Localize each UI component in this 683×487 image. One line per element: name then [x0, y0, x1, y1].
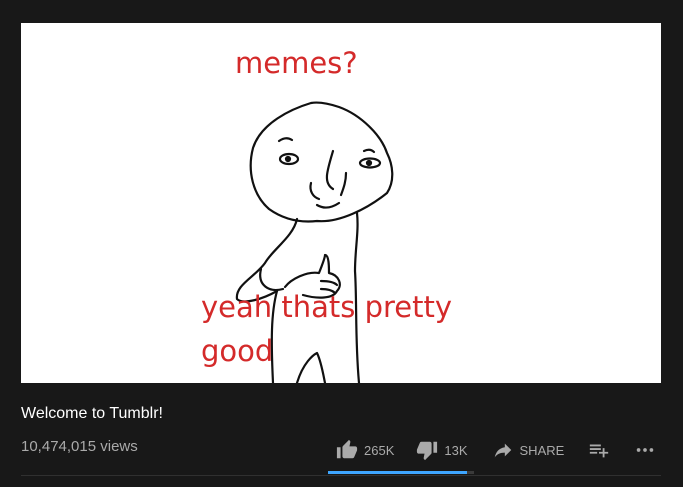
- thumb-up-icon: [336, 439, 358, 459]
- video-title: Welcome to Tumblr!: [21, 405, 163, 422]
- share-button[interactable]: SHARE: [492, 439, 565, 461]
- view-count: 10,474,015 views: [21, 438, 138, 455]
- playlist-add-icon: [590, 444, 609, 458]
- more-horizontal-icon: [637, 448, 654, 452]
- share-label: SHARE: [519, 442, 565, 458]
- save-button[interactable]: [588, 439, 610, 461]
- share-arrow-icon: [494, 443, 511, 458]
- thumb-down-icon: [417, 441, 438, 461]
- dislike-button[interactable]: 13K: [416, 439, 468, 461]
- like-button[interactable]: 265K: [336, 439, 394, 461]
- more-actions-button[interactable]: [634, 439, 656, 461]
- meme-caption-top: memes?: [235, 46, 358, 80]
- sentiment-bar: [328, 471, 474, 474]
- meme-caption-bottom-line2: good: [201, 334, 274, 368]
- video-actions: 265K 13K SHARE: [330, 437, 656, 463]
- sentiment-bar-fill: [328, 471, 468, 474]
- meme-caption-bottom-line1: yeah thats pretty: [201, 290, 453, 324]
- like-count: 265K: [364, 442, 395, 458]
- video-player[interactable]: memes? yeah thats pretty good: [21, 23, 661, 383]
- dislike-count: 13K: [444, 442, 468, 458]
- divider: [21, 475, 661, 476]
